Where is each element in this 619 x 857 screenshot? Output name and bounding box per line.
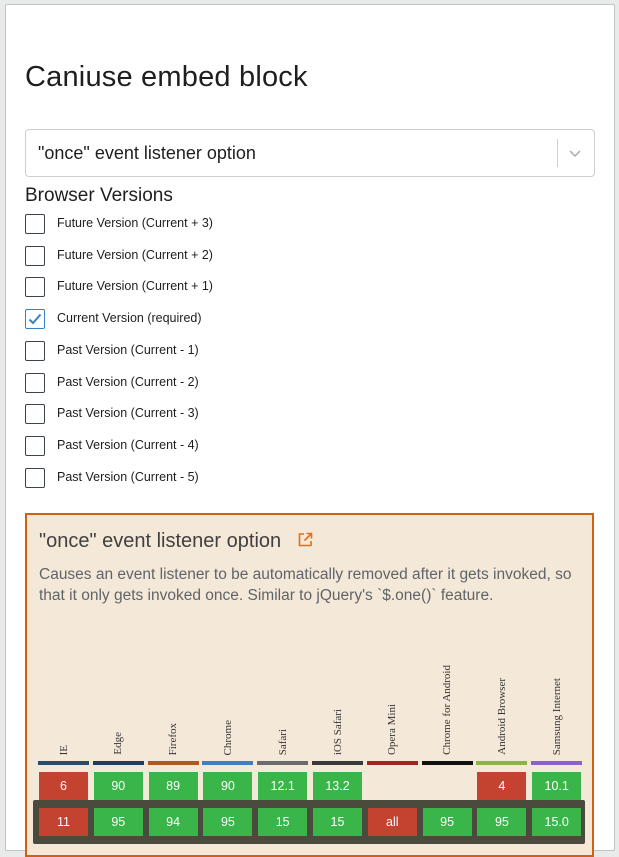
browser-header: iOS Safari	[312, 643, 363, 765]
browser-version-label: Future Version (Current + 3)	[57, 216, 213, 230]
support-cell-previous: 89	[148, 772, 198, 800]
browser-color-bar	[366, 761, 418, 765]
support-cell-current: 11	[39, 808, 88, 836]
browser-color-bar	[257, 761, 309, 765]
browser-version-label: Past Version (Current - 4)	[57, 437, 199, 452]
page-title: Caniuse embed block	[25, 61, 308, 93]
caniuse-embed: "once" event listener option Causes an e…	[25, 513, 594, 857]
checkbox[interactable]	[25, 340, 45, 361]
support-cell-previous: 6	[39, 772, 88, 800]
browser-version-label: Past Version (Current - 1)	[57, 342, 199, 357]
browser-name: IE	[57, 744, 70, 755]
support-cell-previous: 13.2	[313, 772, 362, 800]
browser-header: Edge	[92, 643, 144, 765]
feature-select-value: "once" event listener option	[38, 143, 256, 163]
browser-color-bar	[531, 761, 583, 765]
checkbox[interactable]	[25, 214, 45, 234]
support-cell-current: 95	[422, 808, 472, 836]
embed-title: "once" event listener option	[39, 530, 282, 552]
browser-header: Samsung Internet	[531, 643, 583, 765]
browser-name: Opera Mini	[386, 703, 399, 755]
checkbox[interactable]	[25, 467, 45, 488]
browser-header: Safari	[257, 643, 309, 765]
browser-name: Chrome for Android	[441, 665, 454, 755]
select-separator	[557, 139, 558, 167]
checkbox[interactable]	[25, 277, 45, 298]
chevron-down-icon[interactable]	[566, 144, 584, 162]
browser-version-label: Past Version (Current - 2)	[57, 374, 199, 389]
support-cell-previous: 12.1	[258, 772, 308, 800]
browser-version-label: Past Version (Current - 5)	[57, 469, 199, 484]
support-cell-previous: 90	[203, 772, 253, 800]
browser-color-bar	[312, 761, 363, 765]
browser-color-bar	[476, 761, 528, 765]
current-version-row: 11 95 94 95 15 15 all 95 95 15.0	[33, 800, 585, 844]
browser-version-label: Future Version (Current + 1)	[57, 279, 213, 294]
checkbox[interactable]	[25, 372, 45, 393]
browser-name: Safari	[276, 728, 289, 755]
checkbox[interactable]	[25, 245, 45, 266]
browser-header: IE	[38, 643, 89, 765]
browser-color-bar	[38, 761, 89, 765]
browser-version-label: Current Version (required)	[57, 311, 202, 326]
support-cell-previous: 90	[93, 772, 143, 800]
external-link-icon[interactable]	[297, 532, 313, 553]
browser-color-bar	[421, 761, 473, 765]
checkbox[interactable]	[25, 435, 45, 456]
browser-color-bar	[92, 761, 144, 765]
browser-name: Firefox	[167, 722, 180, 755]
browser-color-bar	[147, 761, 199, 765]
feature-select[interactable]: "once" event listener option	[25, 129, 595, 177]
browser-name: Samsung Internet	[550, 677, 563, 755]
support-cell-current: 95	[477, 808, 527, 836]
browser-versions-label: Browser Versions	[25, 185, 173, 206]
support-cell-current: 95	[93, 808, 143, 836]
browser-header: Opera Mini	[366, 643, 418, 765]
browser-version-label: Past Version (Current - 3)	[57, 406, 199, 421]
support-cell-current: all	[367, 808, 417, 836]
browser-header: Firefox	[147, 643, 199, 765]
checkmark-icon	[28, 313, 42, 325]
browser-name: Chrome	[221, 719, 234, 755]
embed-description: Causes an event listener to be automatic…	[39, 566, 572, 604]
browser-name: Android Browser	[495, 678, 508, 755]
browser-version-label: Future Version (Current + 2)	[57, 247, 213, 262]
support-cell-previous: 4	[477, 772, 527, 800]
support-cell-current: 94	[148, 808, 198, 836]
support-cell-current: 95	[203, 808, 253, 836]
editor-panel: Caniuse embed block "once" event listene…	[5, 4, 615, 857]
browser-color-bar	[202, 761, 254, 765]
browser-name: Edge	[112, 732, 125, 755]
support-cell-current: 15.0	[532, 808, 582, 836]
browser-header: Chrome	[202, 643, 254, 765]
browser-header: Android Browser	[476, 643, 528, 765]
checkbox[interactable]	[25, 404, 45, 425]
support-cell-previous: 10.1	[532, 772, 582, 800]
browser-header: Chrome for Android	[421, 643, 473, 765]
support-cell-current: 15	[258, 808, 308, 836]
support-cell-current: 15	[313, 808, 362, 836]
browser-name: iOS Safari	[331, 708, 344, 755]
checkbox-checked[interactable]	[25, 309, 45, 330]
